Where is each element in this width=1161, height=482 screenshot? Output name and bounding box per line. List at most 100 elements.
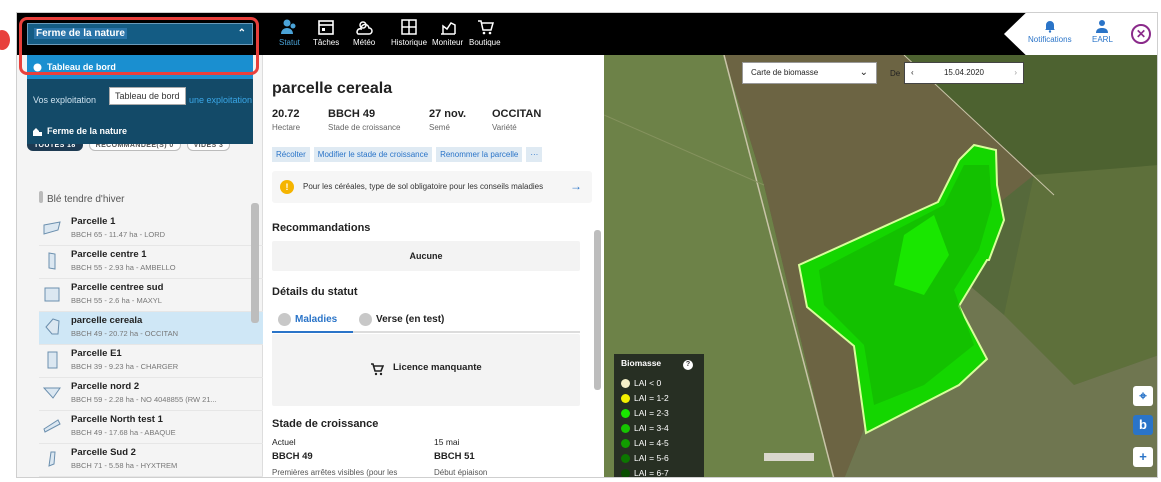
parcel-info: BBCH 49 - 20.72 ha - OCCITAN: [71, 329, 178, 338]
legend-item: LAI = 3-4: [621, 423, 669, 433]
stat-sown: 27 nov. Semé: [429, 108, 466, 132]
nav-historique[interactable]: Historique: [391, 17, 427, 47]
parcel-row-selected[interactable]: parcelle cereala BBCH 49 - 20.72 ha - OC…: [39, 312, 265, 345]
parcel-info: BBCH 49 - 17.68 ha - ABAQUE: [71, 428, 176, 437]
stat-variety: OCCITAN Variété: [492, 108, 541, 132]
parcel-info: BBCH 55 - 2.6 ha - MAXYL: [71, 296, 162, 305]
tab-verse[interactable]: Verse (en test): [359, 313, 444, 326]
parcel-shape-icon: [44, 287, 60, 302]
red-marker: [0, 30, 10, 50]
soil-alert[interactable]: ! Pour les céréales, type de sol obligat…: [272, 171, 592, 203]
date-picker[interactable]: ‹ 15.04.2020 ›: [904, 62, 1024, 84]
nav-meteo[interactable]: Météo: [353, 17, 375, 47]
nav-label: Moniteur: [432, 38, 464, 47]
tab-active-indicator: [272, 331, 353, 333]
stat-label: Variété: [492, 123, 517, 132]
sidebar-scrollbar[interactable]: [251, 203, 259, 323]
account-area: Notifications EARL ✕: [1004, 13, 1157, 55]
growth-title: Stade de croissance: [272, 418, 379, 430]
dropdown-item-farm[interactable]: Ferme de la nature: [27, 119, 253, 143]
parcel-name: parcelle cereala: [71, 315, 143, 326]
parcel-row[interactable]: Parcelle Sud 2 BBCH 71 - 5.58 ha - HYXTR…: [39, 444, 265, 477]
map-layer-label: Carte de biomasse: [751, 68, 819, 77]
arrow-right-icon[interactable]: →: [570, 179, 582, 193]
monitor-icon: [440, 22, 456, 35]
parcel-info: BBCH 39 - 9.23 ha - CHARGER: [71, 362, 179, 371]
parcel-row[interactable]: Parcelle centre 1 BBCH 55 - 2.93 ha - AM…: [39, 246, 265, 279]
license-text: Licence manquante: [393, 362, 482, 373]
nav-statut[interactable]: Statut: [279, 17, 300, 47]
more-button[interactable]: ···: [526, 147, 543, 162]
status-title: Détails du statut: [272, 286, 358, 298]
nav-label: Historique: [391, 38, 428, 47]
help-icon[interactable]: ?: [683, 360, 693, 370]
current-label: Actuel: [272, 437, 296, 447]
legend-label: LAI = 1-2: [634, 393, 669, 403]
edit-growth-stage-button[interactable]: Modifier le stade de croissance: [313, 147, 433, 162]
locate-icon[interactable]: ⌖: [1133, 386, 1153, 406]
nav-boutique[interactable]: Boutique: [469, 17, 501, 47]
tab-maladies[interactable]: Maladies: [278, 313, 337, 326]
date-from-label: De: [890, 69, 901, 78]
legend-label: LAI = 3-4: [634, 423, 669, 433]
parcel-row[interactable]: Parcelle 1 BBCH 65 - 11.47 ha - LORD: [39, 213, 265, 246]
chevron-left-icon[interactable]: ‹: [911, 63, 914, 83]
parcel-shape-icon: [48, 252, 56, 270]
nav-moniteur[interactable]: Moniteur: [432, 17, 463, 47]
weather-icon: [356, 21, 373, 35]
stat-value: BBCH 49: [328, 108, 376, 120]
disease-icon: [278, 313, 291, 326]
legend-swatch: [621, 408, 630, 418]
recommendations-box: Aucune: [272, 241, 580, 271]
parcel-row[interactable]: Parcelle centree sud BBCH 55 - 2.6 ha - …: [39, 279, 265, 312]
parcel-name: Parcelle E1: [71, 348, 122, 359]
account-button[interactable]: EARL: [1092, 19, 1113, 44]
nav-label: Statut: [279, 38, 300, 47]
map-view[interactable]: Carte de biomasse ⌄ De ‹ 15.04.2020 › Bi…: [604, 55, 1157, 477]
parcel-list: Parcelle 1 BBCH 65 - 11.47 ha - LORD Par…: [39, 213, 265, 477]
parcel-name: Parcelle North test 1: [71, 414, 163, 425]
legend-label: LAI = 2-3: [634, 408, 669, 418]
close-icon[interactable]: ✕: [1131, 24, 1151, 44]
legend-item: LAI = 2-3: [621, 408, 669, 418]
parcel-row[interactable]: Parcelle nord 2 BBCH 59 - 2.28 ha - NO 4…: [39, 378, 265, 411]
notifications-button[interactable]: Notifications: [1028, 19, 1072, 44]
legend-swatch: [621, 468, 630, 477]
notifications-label: Notifications: [1028, 35, 1072, 44]
nav-taches[interactable]: Tâches: [313, 17, 339, 47]
add-exploitation-link[interactable]: une exploitation: [189, 95, 252, 105]
screenshot-root: Ferme de la nature ⌃ Statut Tâches Météo…: [0, 0, 1161, 482]
parcel-row[interactable]: Parcelle E1 BBCH 39 - 9.23 ha - CHARGER: [39, 345, 265, 378]
tab-label: Maladies: [295, 314, 338, 325]
legend-swatch: [621, 423, 630, 433]
legend-label: LAI = 5-6: [634, 453, 669, 463]
dropdown-farm-label: Ferme de la nature: [47, 126, 128, 136]
legend-swatch: [621, 438, 630, 448]
stat-growth: BBCH 49 Stade de croissance: [328, 108, 401, 132]
detail-scrollbar[interactable]: [594, 230, 601, 390]
rename-parcel-button[interactable]: Renommer la parcelle: [436, 147, 523, 162]
parcel-name: Parcelle 1: [71, 216, 116, 227]
date-value: 15.04.2020: [943, 68, 985, 77]
parcel-info: BBCH 65 - 11.47 ha - LORD: [71, 230, 166, 239]
parcel-shape-icon: [43, 419, 61, 433]
stat-area: 20.72 Hectare: [272, 108, 300, 132]
parcel-name: Parcelle Sud 2: [71, 447, 136, 458]
next-value: BBCH 51: [434, 451, 475, 462]
people-icon: [281, 19, 296, 34]
parcel-shape-icon: [48, 451, 56, 467]
parcel-row[interactable]: Parcelle North test 1 BBCH 49 - 17.68 ha…: [39, 411, 265, 444]
parcel-title: parcelle cereala: [272, 80, 393, 97]
parcel-info: BBCH 59 - 2.28 ha - NO 4048855 (RW 21...: [71, 395, 217, 404]
parcel-shape-icon: [45, 318, 60, 335]
legend-title: Biomasse: [621, 358, 662, 368]
bing-icon[interactable]: b: [1133, 415, 1153, 435]
map-layer-select[interactable]: Carte de biomasse ⌄: [742, 62, 877, 84]
zoom-in-icon[interactable]: +: [1133, 447, 1153, 467]
harvest-button[interactable]: Récolter: [272, 147, 310, 162]
stat-value: OCCITAN: [492, 108, 542, 120]
parcel-name: Parcelle centre 1: [71, 249, 147, 260]
chevron-right-icon[interactable]: ›: [1014, 63, 1017, 83]
account-label: EARL: [1092, 35, 1113, 44]
tooltip: Tableau de bord: [109, 87, 186, 105]
